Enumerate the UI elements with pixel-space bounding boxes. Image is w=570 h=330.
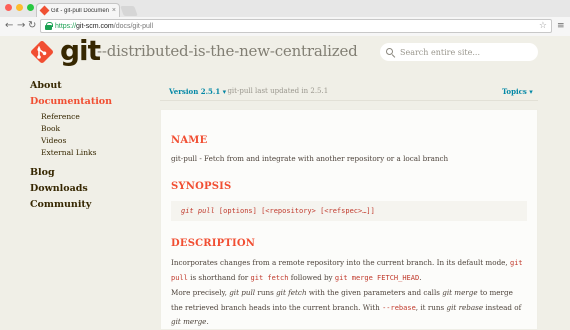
lock-icon <box>45 22 53 30</box>
tab-close-icon[interactable]: × <box>112 7 119 14</box>
desc2-text-c: with the given parameters and calls <box>306 288 443 297</box>
url-text: https://git-scm.com/docs/git-pull <box>55 23 153 30</box>
url-path: /docs/git-pull <box>113 22 154 30</box>
sidebar-item-downloads[interactable]: Downloads <box>30 183 88 194</box>
sidebar-item-documentation[interactable]: Documentation <box>30 96 112 107</box>
back-arrow-icon[interactable]: ← <box>5 20 13 32</box>
desc2-text-b: runs <box>255 288 277 297</box>
sidebar-item-community[interactable]: Community <box>30 199 91 210</box>
desc1-text-b: is shorthand for <box>187 272 251 282</box>
site-tagline: --distributed-is-the-new-centralized <box>97 42 358 60</box>
em-git-pull: git pull <box>229 288 256 297</box>
code-git-merge-fetch-head: git merge FETCH_HEAD <box>334 273 420 282</box>
description-paragraph-1: Incorporates changes from a remote repos… <box>171 256 523 285</box>
divider <box>160 100 538 101</box>
url-host: git-scm.com <box>76 22 114 30</box>
desc2-text-e: , it runs <box>415 302 447 312</box>
close-window-button[interactable] <box>5 4 12 11</box>
desc1-text-a: Incorporates changes from a remote repos… <box>171 258 510 267</box>
topics-dropdown[interactable]: Topics ▾ <box>502 87 533 96</box>
desc2-text-g: . <box>206 317 209 326</box>
description-heading: DESCRIPTION <box>171 238 256 249</box>
forward-arrow-icon[interactable]: → <box>17 20 25 32</box>
name-text: git-pull - Fetch from and integrate with… <box>171 154 449 163</box>
desc1-text-d: . <box>419 272 422 282</box>
site-search <box>380 43 538 61</box>
sidebar-subitem-book[interactable]: Book <box>41 124 60 133</box>
maximize-window-button[interactable] <box>27 4 34 11</box>
sidebar-subitem-reference[interactable]: Reference <box>41 112 80 121</box>
new-tab-button[interactable] <box>120 6 138 16</box>
tab-title: Git - git-pull Documentation <box>51 7 109 14</box>
sidebar-item-blog[interactable]: Blog <box>30 167 55 178</box>
browser-menu-icon[interactable]: ≡ <box>557 20 565 32</box>
window-controls <box>5 4 34 11</box>
name-heading: NAME <box>171 135 208 146</box>
em-git-fetch: git fetch <box>276 288 307 297</box>
sidebar-subitem-external-links[interactable]: External Links <box>41 148 96 157</box>
em-git-merge-2: git merge <box>171 317 207 326</box>
sidebar-item-about[interactable]: About <box>30 80 62 91</box>
synopsis-command: git pull [options] [<repository> [<refsp… <box>181 207 375 215</box>
description-paragraph-2: More precisely, git pull runs git fetch … <box>171 286 523 330</box>
browser-tab[interactable]: Git - git-pull Documentation × <box>36 3 120 17</box>
reload-icon[interactable]: ↻ <box>28 20 36 32</box>
synopsis-block: git pull [options] [<repository> [<refsp… <box>171 201 527 221</box>
browser-chrome: Git - git-pull Documentation × ← → ↻ htt… <box>0 0 570 36</box>
version-dropdown[interactable]: Version 2.5.1 ▾ <box>169 87 226 96</box>
desc1-text-c: followed by <box>288 272 335 282</box>
em-git-merge: git merge <box>442 288 478 297</box>
address-bar[interactable]: https://git-scm.com/docs/git-pull ☆ <box>40 19 552 33</box>
bookmark-star-icon[interactable]: ☆ <box>539 20 547 32</box>
last-updated-text: · git-pull last updated in 2.5.1 <box>223 87 329 95</box>
minimize-window-button[interactable] <box>16 4 23 11</box>
search-input[interactable] <box>400 47 530 57</box>
git-logo-icon[interactable] <box>30 40 54 64</box>
code-git-fetch: git fetch <box>250 273 289 282</box>
sidebar-subitem-videos[interactable]: Videos <box>41 136 66 145</box>
synopsis-heading: SYNOPSIS <box>171 181 232 192</box>
synopsis-cmd: git pull <box>181 207 215 215</box>
desc2-text-f: instead of <box>483 302 522 312</box>
code-rebase-flag: --rebase <box>382 303 416 312</box>
search-icon <box>386 47 395 57</box>
synopsis-args: [options] [<repository> [<refspec>…​]] <box>214 207 375 215</box>
git-favicon-icon <box>39 5 50 16</box>
desc2-text-a: More precisely, <box>171 288 230 297</box>
logo-wordmark[interactable]: git <box>60 34 101 67</box>
url-scheme: https:// <box>55 22 77 30</box>
em-git-rebase: git rebase <box>446 302 484 312</box>
